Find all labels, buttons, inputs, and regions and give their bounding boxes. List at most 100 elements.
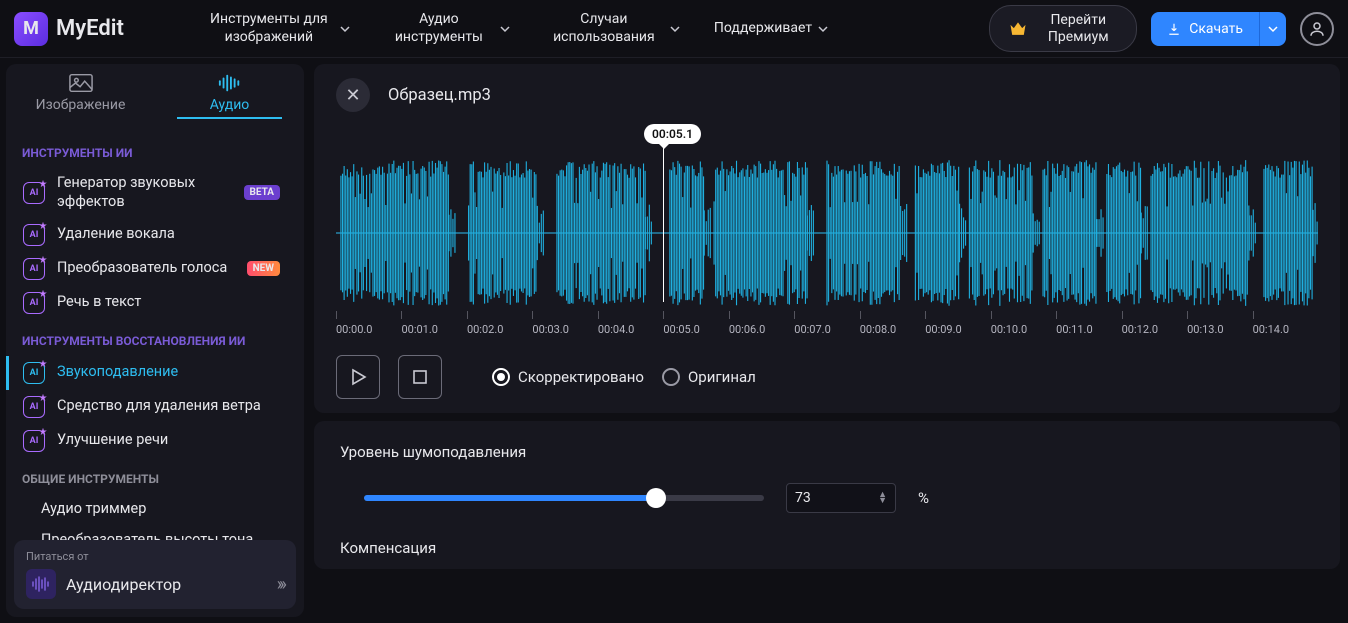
chevron-down-icon	[500, 24, 510, 34]
ruler-tick: 00:14.0	[1253, 311, 1318, 341]
sidebar-item-denoise[interactable]: AI Звукоподавление	[6, 356, 294, 390]
sidebar-item-label: Средство для удаления ветра	[57, 397, 280, 416]
nav-use-cases[interactable]: Случаи использования	[544, 11, 680, 46]
account-avatar[interactable]	[1300, 12, 1334, 46]
slider-thumb[interactable]	[646, 488, 666, 508]
tab-image[interactable]: Изображение	[6, 64, 155, 128]
tab-audio[interactable]: Аудио	[155, 64, 304, 128]
file-row: ✕ Образец.mp3	[336, 78, 1318, 116]
premium-button[interactable]: Перейти Премиум	[989, 5, 1137, 53]
ruler-tick: 00:06.0	[729, 311, 794, 341]
nav-label: Случаи использования	[544, 11, 664, 46]
radio-corrected[interactable]: Скорректировано	[492, 368, 644, 386]
ruler-tick: 00:13.0	[1187, 311, 1252, 341]
stop-button[interactable]	[398, 355, 442, 399]
denoise-slider[interactable]	[364, 495, 764, 501]
beta-badge: BETA	[244, 185, 281, 200]
slider-fill	[364, 495, 656, 501]
sidebar-item-label: Преобразователь голоса	[57, 259, 235, 278]
ai-icon: AI	[23, 182, 45, 204]
ai-icon: AI	[23, 292, 45, 314]
ruler-tick: 00:11.0	[1056, 311, 1121, 341]
close-file-button[interactable]: ✕	[336, 78, 370, 112]
premium-label: Перейти Премиум	[1038, 12, 1118, 46]
nav-label: Инструменты для изображений	[204, 11, 334, 46]
sidebar-item-vocal-remove[interactable]: AI Удаление вокала	[6, 218, 294, 252]
ruler-tick: 00:05.0	[663, 311, 728, 341]
playhead-time-tag: 00:05.1	[644, 124, 701, 144]
denoise-value-input[interactable]: 73 ▲ ▼	[786, 483, 896, 513]
nav-links: Инструменты для изображений Аудио инстру…	[204, 11, 828, 46]
ai-icon: AI	[23, 362, 45, 384]
sidebar-tabs: Изображение Аудио	[6, 64, 304, 128]
crown-icon	[1008, 19, 1028, 39]
sidebar-item-label: Удаление вокала	[57, 225, 280, 244]
chevron-down-icon	[818, 24, 828, 34]
nav-support[interactable]: Поддерживает	[714, 11, 828, 46]
sidebar-item-wind-remove[interactable]: AI Средство для удаления ветра	[6, 390, 294, 424]
sidebar-item-label: Генератор звуковых эффектов	[57, 174, 232, 212]
ruler-tick: 00:12.0	[1122, 311, 1187, 341]
main-area: ✕ Образец.mp3 00:05.1 00:00.000:01.000:0…	[304, 58, 1348, 623]
ruler-tick: 00:10.0	[991, 311, 1056, 341]
play-button[interactable]	[336, 355, 380, 399]
sidebar-item-speech-to-text[interactable]: AI Речь в текст	[6, 286, 294, 320]
sidebar-item-voice-changer[interactable]: AI Преобразователь голоса NEW	[6, 252, 294, 286]
ruler-tick: 00:08.0	[860, 311, 925, 341]
sidebar-item-label: Звукоподавление	[57, 363, 280, 382]
step-down-icon[interactable]: ▼	[878, 498, 887, 504]
radio-label: Оригинал	[688, 368, 756, 386]
sidebar-item-label: Речь в текст	[57, 293, 280, 312]
brand-logo[interactable]: M MyEdit	[14, 12, 124, 46]
time-ruler: 00:00.000:01.000:02.000:03.000:04.000:05…	[336, 311, 1318, 341]
number-steppers[interactable]: ▲ ▼	[878, 492, 887, 505]
sidebar-item-trimmer[interactable]: Аудио триммер	[6, 494, 294, 525]
ruler-tick: 00:03.0	[532, 311, 597, 341]
sidebar-item-label: Аудио триммер	[41, 500, 280, 519]
sidebar-item-sfx-generator[interactable]: AI Генератор звуковых эффектов BETA	[6, 168, 294, 218]
chevrons-right-icon: ›››	[277, 574, 284, 595]
audiodirector-icon	[26, 569, 56, 599]
sidebar: Изображение Аудио ИНСТРУМЕНТЫ ИИ AI Гене…	[6, 64, 304, 617]
ai-icon: AI	[23, 396, 45, 418]
sidebar-item-speech-enhance[interactable]: AI Улучшение речи	[6, 424, 294, 458]
ruler-tick: 00:00.0	[336, 311, 401, 341]
tab-label: Аудио	[210, 97, 250, 113]
download-icon	[1167, 22, 1181, 36]
nav-label: Поддерживает	[714, 20, 812, 38]
waveform-panel: ✕ Образец.mp3 00:05.1 00:00.000:01.000:0…	[314, 64, 1340, 413]
radio-icon	[662, 368, 680, 386]
radio-icon	[492, 368, 510, 386]
ai-icon: AI	[23, 258, 45, 280]
download-label: Скачать	[1189, 21, 1243, 37]
radio-original[interactable]: Оригинал	[662, 368, 756, 386]
ruler-tick: 00:04.0	[598, 311, 663, 341]
playhead-line[interactable]	[663, 144, 664, 302]
chevron-down-icon	[340, 24, 350, 34]
cat-general-header: ОБЩИЕ ИНСТРУМЕНТЫ	[6, 458, 294, 494]
nav-audio-tools[interactable]: Аудио инструменты	[384, 11, 510, 46]
denoise-level-label: Уровень шумоподавления	[340, 443, 1314, 461]
logo-mark-icon: M	[14, 12, 48, 46]
ruler-tick: 00:02.0	[467, 311, 532, 341]
nav-right: Перейти Премиум Скачать	[989, 5, 1334, 53]
new-badge: NEW	[247, 261, 280, 276]
audiodirector-link[interactable]: Аудиодиректор ›››	[26, 569, 284, 599]
sidebar-footer: Питаться от Аудиодиректор ›››	[14, 540, 296, 609]
download-split-button[interactable]	[1259, 12, 1286, 46]
download-button[interactable]: Скачать	[1151, 12, 1259, 46]
cat-ai-header: ИНСТРУМЕНТЫ ИИ	[6, 132, 294, 168]
waveform-svg	[336, 156, 1318, 311]
settings-panel: Уровень шумоподавления 73 ▲ ▼ % Компенса…	[314, 421, 1340, 569]
audio-waveform-icon	[218, 73, 242, 93]
nav-label: Аудио инструменты	[384, 11, 494, 46]
footer-product-label: Аудиодиректор	[66, 575, 181, 594]
nav-image-tools[interactable]: Инструменты для изображений	[204, 11, 350, 46]
denoise-value: 73	[795, 490, 811, 506]
denoise-slider-row: 73 ▲ ▼ %	[340, 483, 1314, 513]
waveform-area[interactable]: 00:05.1 00:00.000:01.000:02.000:03.000:0…	[336, 116, 1318, 341]
sidebar-item-label: Улучшение речи	[57, 431, 280, 450]
radio-label: Скорректировано	[518, 368, 644, 386]
image-icon	[69, 73, 93, 93]
chevron-down-icon	[670, 24, 680, 34]
